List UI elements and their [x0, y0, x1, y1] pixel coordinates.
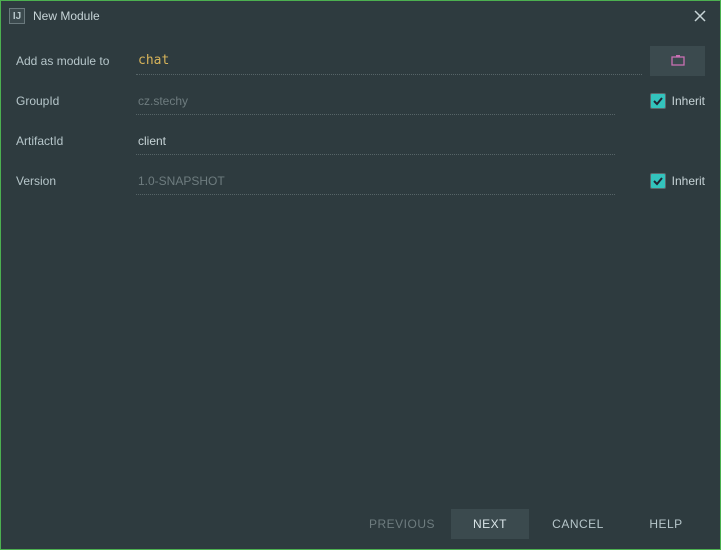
input-add-as-module-to[interactable] [136, 47, 642, 75]
window-title: New Module [33, 9, 100, 23]
app-icon: IJ [9, 8, 25, 24]
check-icon [652, 95, 664, 107]
check-icon [652, 175, 664, 187]
label-group-id: GroupId [16, 94, 136, 108]
checkbox-group-id-inherit[interactable] [650, 93, 666, 109]
checkbox-version-inherit[interactable] [650, 173, 666, 189]
next-button[interactable]: NEXT [451, 509, 529, 539]
previous-button[interactable]: PREVIOUS [363, 509, 441, 539]
form-content: Add as module to GroupId Inherit Artifac… [1, 31, 720, 201]
close-icon [694, 10, 706, 22]
close-button[interactable] [688, 4, 712, 28]
row-version: Version Inherit [16, 161, 705, 201]
input-group-id[interactable] [136, 88, 615, 115]
input-version[interactable] [136, 168, 615, 195]
row-group-id: GroupId Inherit [16, 81, 705, 121]
dialog-footer: PREVIOUS NEXT CANCEL HELP [1, 499, 720, 549]
label-add-as-module-to: Add as module to [16, 54, 136, 68]
help-button[interactable]: HELP [627, 509, 705, 539]
input-artifact-id[interactable] [136, 128, 615, 155]
cancel-button[interactable]: CANCEL [539, 509, 617, 539]
folder-icon [670, 55, 686, 67]
row-add-as-module-to: Add as module to [16, 41, 705, 81]
label-version: Version [16, 174, 136, 188]
browse-parent-button[interactable] [650, 46, 705, 76]
label-version-inherit[interactable]: Inherit [672, 174, 705, 188]
titlebar: IJ New Module [1, 1, 720, 31]
label-artifact-id: ArtifactId [16, 134, 136, 148]
label-group-id-inherit[interactable]: Inherit [672, 94, 705, 108]
row-artifact-id: ArtifactId [16, 121, 705, 161]
